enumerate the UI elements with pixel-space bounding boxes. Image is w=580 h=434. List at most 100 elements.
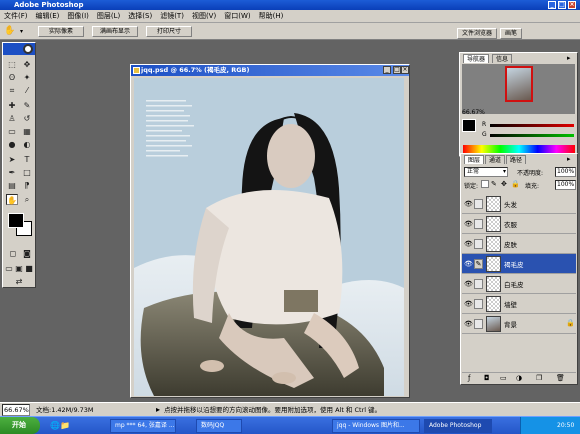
gradient-tool-icon[interactable]: ▦ <box>21 126 33 137</box>
screen-mode-standard-icon[interactable]: ▭ <box>4 263 14 274</box>
zoom-tool-icon[interactable]: ⌕ <box>21 194 33 205</box>
image-canvas[interactable] <box>134 78 404 396</box>
document-maximize-button[interactable]: □ <box>393 66 401 74</box>
lock-transparency-checkbox[interactable] <box>481 180 489 188</box>
layers-menu-icon[interactable]: ▸ <box>567 155 576 163</box>
close-button[interactable]: × <box>568 1 576 9</box>
eraser-tool-icon[interactable]: ▭ <box>6 126 18 137</box>
color-foreground-swatch[interactable] <box>462 119 476 132</box>
link-box[interactable] <box>474 279 483 289</box>
layer-row-skin[interactable]: 👁 皮肤 <box>462 234 576 254</box>
move-tool-icon[interactable]: ✥ <box>21 59 33 70</box>
eye-icon[interactable]: 👁 <box>464 320 473 328</box>
navigator-zoom-value[interactable]: 66.67% <box>462 109 485 116</box>
pen-tool-icon[interactable]: ✒ <box>6 167 18 178</box>
eye-icon[interactable]: 👁 <box>464 260 473 268</box>
add-mask-icon[interactable]: ◘ <box>484 374 490 382</box>
brush-icon[interactable]: ✎ <box>474 259 483 269</box>
layer-row-brown-fur[interactable]: 👁 ✎ 褐毛皮 <box>462 254 576 274</box>
status-zoom[interactable]: 66.67% <box>2 404 30 416</box>
color-ramp[interactable] <box>463 145 575 153</box>
tab-navigator[interactable]: 导航器 <box>463 54 490 63</box>
fit-screen-button[interactable]: 满画布显示 <box>92 26 138 37</box>
layer-style-icon[interactable]: ƒ <box>468 374 470 382</box>
taskbar-item-folder[interactable]: 数码JQQ <box>196 419 242 433</box>
menu-select[interactable]: 选择(S) <box>124 11 156 21</box>
maximize-button[interactable]: □ <box>558 1 566 9</box>
crop-tool-icon[interactable]: ⌗ <box>6 85 18 96</box>
minimize-button[interactable]: _ <box>548 1 556 9</box>
screen-mode-full-menu-icon[interactable]: ▣ <box>14 263 24 274</box>
panel-menu-icon[interactable]: ▸ <box>567 54 576 62</box>
lock-pixels-brush-icon[interactable]: ✎ <box>491 180 499 188</box>
color-g-slider[interactable] <box>490 134 574 137</box>
menu-layer[interactable]: 图层(L) <box>93 11 124 21</box>
foreground-color-swatch-top[interactable] <box>8 213 24 228</box>
magic-wand-tool-icon[interactable]: ✦ <box>21 72 33 83</box>
document-close-button[interactable]: × <box>401 66 409 74</box>
marquee-tool-icon[interactable]: ⬚ <box>6 59 18 70</box>
opacity-input[interactable]: 100% <box>555 167 576 177</box>
tool-preset-dropdown-icon[interactable]: ▾ <box>20 26 26 37</box>
color-r-slider[interactable] <box>490 124 574 127</box>
link-box[interactable] <box>474 219 483 229</box>
eye-icon[interactable]: 👁 <box>464 200 473 208</box>
menu-view[interactable]: 视图(V) <box>188 11 220 21</box>
brushes-tab[interactable]: 画笔 <box>500 28 523 39</box>
fill-input[interactable]: 100% <box>555 180 576 190</box>
layer-row-clothes[interactable]: 👁 衣服 <box>462 214 576 234</box>
link-box[interactable] <box>474 199 483 209</box>
hand-tool-icon[interactable]: ✋ <box>4 26 18 37</box>
taskbar-item-picture-viewer[interactable]: jqq - Windows 图片和... <box>332 419 420 433</box>
path-selection-tool-icon[interactable]: ➤ <box>6 154 18 165</box>
trash-icon[interactable]: 🗑 <box>556 374 565 382</box>
hand-tool-icon[interactable]: ✋ <box>6 194 18 205</box>
lasso-tool-icon[interactable]: ʘ <box>6 72 18 83</box>
link-box[interactable] <box>474 319 483 329</box>
jump-to-imageready-icon[interactable]: ⇄ <box>13 276 25 287</box>
eye-icon[interactable]: 👁 <box>464 300 473 308</box>
eye-icon[interactable]: 👁 <box>464 240 473 248</box>
type-tool-icon[interactable]: T <box>21 154 33 165</box>
screen-mode-full-icon[interactable]: ■ <box>24 263 34 274</box>
blend-mode-select[interactable]: 正常 ▾ <box>464 167 508 177</box>
menu-edit[interactable]: 编辑(E) <box>32 11 64 21</box>
eye-icon[interactable]: 👁 <box>464 280 473 288</box>
quick-launch-icons[interactable]: 🌐📁 <box>50 421 70 430</box>
tab-layers[interactable]: 图层 <box>464 155 485 164</box>
tab-channels[interactable]: 通道 <box>485 155 506 164</box>
notes-tool-icon[interactable]: ▤ <box>6 180 18 191</box>
new-layer-icon[interactable]: ❐ <box>536 374 542 382</box>
layer-row-background[interactable]: 👁 背景 🔒 <box>462 314 576 334</box>
status-arrow-icon[interactable]: ▸ <box>156 403 160 417</box>
tab-paths[interactable]: 路径 <box>506 155 527 164</box>
menu-file[interactable]: 文件(F) <box>0 11 32 21</box>
eyedropper-tool-icon[interactable]: ⁋ <box>21 180 33 191</box>
blur-tool-icon[interactable]: ● <box>6 139 18 150</box>
print-size-button[interactable]: 打印尺寸 <box>146 26 192 37</box>
clone-stamp-tool-icon[interactable]: ♙ <box>6 113 18 124</box>
new-set-icon[interactable]: ▭ <box>500 374 507 382</box>
menu-help[interactable]: 帮助(H) <box>255 11 288 21</box>
eye-icon[interactable]: 👁 <box>464 220 473 228</box>
start-button[interactable]: 开始 <box>0 417 40 434</box>
layer-row-wall[interactable]: 👁 墙壁 <box>462 294 576 314</box>
file-browser-tab[interactable]: 文件浏览器 <box>457 28 498 39</box>
slice-tool-icon[interactable]: ⁄ <box>21 85 33 96</box>
menu-filter[interactable]: 滤镜(T) <box>156 11 188 21</box>
shape-tool-icon[interactable]: □ <box>21 167 33 178</box>
layer-row-white-fur[interactable]: 👁 白毛皮 <box>462 274 576 294</box>
healing-brush-tool-icon[interactable]: ✚ <box>6 100 18 111</box>
adjustment-layer-icon[interactable]: ◑ <box>516 374 522 382</box>
link-box[interactable] <box>474 299 483 309</box>
actual-pixels-button[interactable]: 实际像素 <box>38 26 84 37</box>
quick-mask-icon[interactable]: ◙ <box>21 248 33 259</box>
tab-info[interactable]: 信息 <box>492 54 513 63</box>
taskbar-item-player[interactable]: mp *** 64, 张嘉译 ... <box>110 419 176 433</box>
lock-position-move-icon[interactable]: ✥ <box>501 180 509 188</box>
menu-window[interactable]: 窗口(W) <box>220 11 254 21</box>
document-minimize-button[interactable]: _ <box>383 66 391 74</box>
lock-all-icon[interactable]: 🔒 <box>511 180 520 188</box>
navigator-view-box[interactable] <box>505 66 533 102</box>
standard-mode-icon[interactable]: ◻ <box>7 248 19 259</box>
